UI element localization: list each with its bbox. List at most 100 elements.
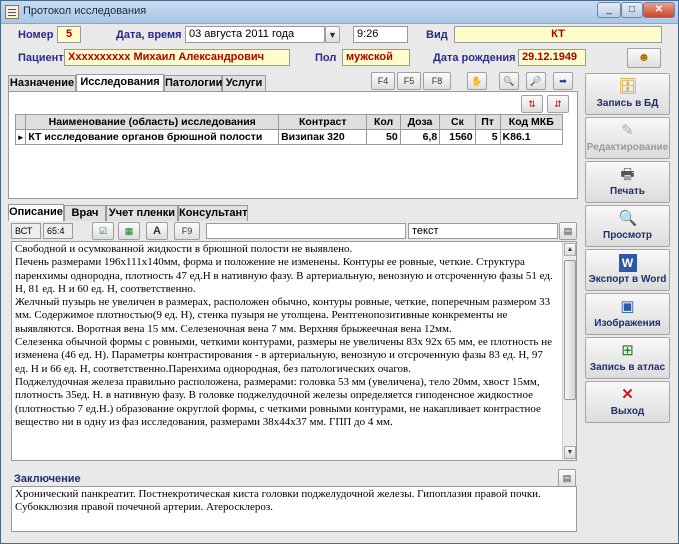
arrow-button[interactable]: ➡ bbox=[553, 72, 573, 90]
column-header[interactable]: Код МКБ bbox=[499, 114, 564, 130]
zoom-in-button[interactable]: 🔍 bbox=[499, 72, 519, 90]
f4-label: F4 bbox=[377, 76, 389, 86]
tab-pathologies[interactable]: Патологии bbox=[164, 75, 222, 91]
printer-icon: 🖶 bbox=[620, 166, 635, 183]
description-paragraph: Печень размерами 196х111х140мм, форма и … bbox=[15, 256, 553, 295]
birth-date-field[interactable]: 29.12.1949 bbox=[518, 49, 586, 66]
print-button[interactable]: 🖶 Печать bbox=[585, 161, 670, 203]
scroll-thumb[interactable] bbox=[564, 260, 576, 400]
tab-description[interactable]: Описание bbox=[8, 204, 64, 221]
scroll-up-icon[interactable]: ▲ bbox=[564, 243, 576, 256]
cell-sk[interactable]: 1560 bbox=[439, 129, 476, 145]
number-label: Номер bbox=[18, 29, 54, 41]
tab-studies[interactable]: Исследования bbox=[76, 74, 164, 91]
f5-button[interactable]: F5 bbox=[397, 72, 421, 90]
patient-card-button[interactable]: ☻ bbox=[627, 48, 661, 68]
conclusion-label: Заключение bbox=[14, 473, 81, 485]
images-button[interactable]: ▣ Изображения bbox=[585, 293, 670, 335]
cell-pt[interactable]: 5 bbox=[474, 129, 501, 145]
column-header[interactable]: Кол bbox=[366, 114, 401, 130]
cell-mkb[interactable]: K86.1 bbox=[499, 129, 564, 145]
hand-button[interactable]: ✋ bbox=[467, 72, 487, 90]
chevron-down-icon: ▼ bbox=[328, 30, 337, 40]
tab-film-accounting[interactable]: Учет пленки bbox=[106, 205, 178, 221]
text-field[interactable]: текст bbox=[408, 223, 558, 239]
arrow-right-icon: ➡ bbox=[559, 76, 567, 86]
datetime-label: Дата, время bbox=[116, 29, 182, 41]
f8-button[interactable]: F8 bbox=[423, 72, 451, 90]
images-label: Изображения bbox=[594, 318, 661, 329]
bottom-tab-bar: Описание Врач Учет пленки Консультант bbox=[8, 204, 248, 222]
atlas-button[interactable]: ⊞ Запись в атлас bbox=[585, 337, 670, 379]
maximize-button[interactable]: □ bbox=[621, 2, 643, 18]
search-button[interactable]: 🔎 bbox=[526, 72, 546, 90]
save-db-label: Запись в БД bbox=[596, 98, 659, 109]
studies-panel: ⇅ ⇵ Наименование (область) исследования … bbox=[8, 91, 578, 199]
cell-qty[interactable]: 50 bbox=[366, 129, 401, 145]
font-icon: А bbox=[153, 225, 161, 237]
table-row[interactable]: ► КТ исследование органов брюшной полост… bbox=[14, 129, 564, 145]
cell-study-name[interactable]: КТ исследование органов брюшной полости bbox=[25, 129, 280, 145]
column-header[interactable]: Пт bbox=[474, 114, 501, 130]
tab-services[interactable]: Услуги bbox=[222, 75, 266, 91]
exit-button[interactable]: ✕ Выход bbox=[585, 381, 670, 423]
cell-dose[interactable]: 6,8 bbox=[399, 129, 441, 145]
column-header[interactable]: Доза bbox=[399, 114, 441, 130]
description-toolbar: ВСТ 65:4 ☑ ▦ А F9 текст ▤ bbox=[8, 222, 578, 240]
row-marker: ► bbox=[14, 129, 27, 145]
preview-button[interactable]: 🔍 Просмотр bbox=[585, 205, 670, 247]
save-db-button[interactable]: 🗄 Запись в БД bbox=[585, 73, 670, 115]
patient-field[interactable]: Хххххххххх Михаил Александрович bbox=[64, 49, 290, 66]
person-icon: ☻ bbox=[637, 50, 651, 64]
f4-button[interactable]: F4 bbox=[371, 72, 395, 90]
check-button[interactable]: ☑ bbox=[92, 222, 114, 240]
edit-button[interactable]: ✎ Редактирование bbox=[585, 117, 670, 159]
remove-row-button[interactable]: ⇵ bbox=[547, 95, 569, 113]
add-row-button[interactable]: ⇅ bbox=[521, 95, 543, 113]
export-word-label: Экспорт в Word bbox=[588, 274, 667, 285]
conclusion-calendar-button[interactable]: ▤ bbox=[558, 469, 576, 487]
type-field[interactable]: КТ bbox=[454, 26, 662, 43]
column-header[interactable]: Наименование (область) исследования bbox=[25, 114, 280, 130]
patient-label: Пациент bbox=[18, 52, 64, 64]
close-button[interactable]: ✕ bbox=[643, 2, 675, 18]
conclusion-textarea[interactable]: Хронический панкреатит. Постнекротическа… bbox=[11, 486, 577, 532]
column-header[interactable]: Контраст bbox=[278, 114, 368, 130]
date-field[interactable]: 03 августа 2011 года bbox=[185, 26, 325, 43]
description-paragraph: Свободной и осумкованной жидкости в брюш… bbox=[15, 243, 353, 255]
description-textarea[interactable]: Свободной и осумкованной жидкости в брюш… bbox=[11, 241, 577, 461]
calendar-button[interactable]: ▤ bbox=[559, 222, 577, 240]
f9-button[interactable]: F9 bbox=[174, 222, 200, 240]
preview-icon: 🔍 bbox=[618, 210, 638, 227]
cell-contrast[interactable]: Визипак 320 bbox=[278, 129, 368, 145]
table-icon: ▦ bbox=[124, 226, 134, 236]
f5-label: F5 bbox=[403, 76, 415, 86]
scroll-down-icon[interactable]: ▼ bbox=[564, 446, 576, 459]
word-icon: W bbox=[618, 254, 637, 272]
atlas-icon: ⊞ bbox=[621, 342, 634, 359]
template-input[interactable] bbox=[206, 223, 406, 239]
hand-icon: ✋ bbox=[471, 76, 483, 86]
tab-assignment[interactable]: Назначение bbox=[8, 75, 76, 91]
description-scrollbar[interactable]: ▲ ▼ bbox=[562, 242, 576, 460]
number-field[interactable]: 5 bbox=[57, 26, 81, 43]
search-icon: 🔎 bbox=[530, 76, 542, 86]
tab-consultant[interactable]: Консультант bbox=[178, 205, 248, 221]
table-button[interactable]: ▦ bbox=[118, 222, 140, 240]
minimize-button[interactable]: _ bbox=[597, 2, 621, 18]
tab-doctor[interactable]: Врач bbox=[64, 205, 106, 221]
date-dropdown-button[interactable]: ▼ bbox=[325, 26, 340, 43]
protocol-window: Протокол исследования _ □ ✕ Номер 5 Дата… bbox=[0, 0, 679, 544]
studies-table[interactable]: Наименование (область) исследования Конт… bbox=[14, 114, 564, 145]
column-header[interactable]: Ск bbox=[439, 114, 476, 130]
exit-label: Выход bbox=[610, 406, 645, 417]
marker-column-header bbox=[14, 114, 27, 130]
export-word-button[interactable]: W Экспорт в Word bbox=[585, 249, 670, 291]
table-header-row: Наименование (область) исследования Конт… bbox=[14, 114, 564, 130]
window-icon bbox=[5, 5, 19, 19]
conclusion-text: Хронический панкреатит. Постнекротическа… bbox=[15, 488, 541, 514]
time-field[interactable]: 9:26 bbox=[353, 26, 408, 43]
sex-field[interactable]: мужской bbox=[342, 49, 410, 66]
top-tab-bar: Назначение Исследования Патологии Услуги bbox=[8, 74, 266, 92]
font-button[interactable]: А bbox=[146, 222, 168, 240]
